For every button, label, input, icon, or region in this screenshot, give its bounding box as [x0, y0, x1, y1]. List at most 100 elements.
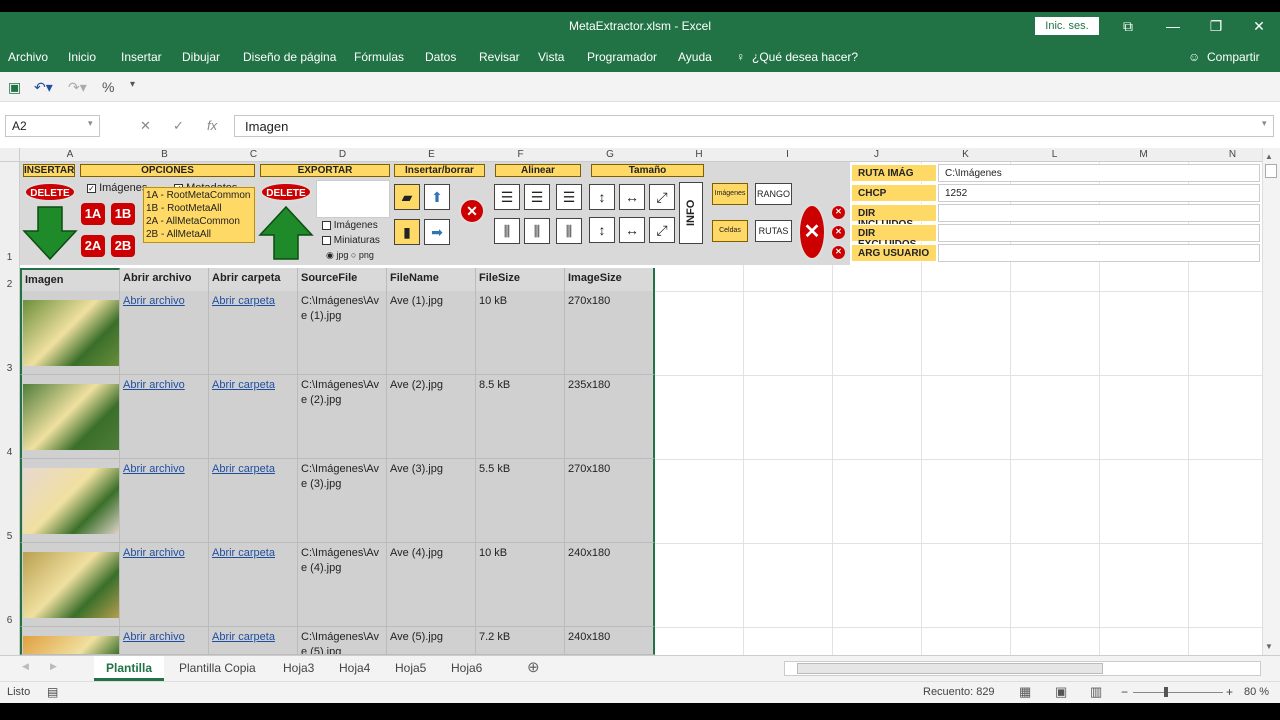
tab-insertar[interactable]: Insertar — [121, 50, 162, 64]
macro-record-icon[interactable]: ▤ — [47, 685, 58, 699]
table-cell-imagesize[interactable]: 270x180 — [565, 459, 655, 543]
table-header-sourcefile[interactable]: SourceFile — [298, 268, 387, 292]
table-cell-imagesize[interactable]: 235x180 — [565, 375, 655, 459]
clear-dir-excluidos-icon[interactable]: ✕ — [831, 225, 846, 240]
remove-icon[interactable]: ✕ — [459, 198, 485, 224]
col-header-a[interactable]: A — [20, 148, 120, 162]
row-header-7[interactable] — [0, 627, 20, 655]
tab-dibujar[interactable]: Dibujar — [182, 50, 220, 64]
delete-export-button[interactable]: DELETE — [260, 182, 312, 202]
table-cell-filesize[interactable]: 10 kB — [476, 291, 565, 375]
width-cm-icon[interactable]: ↔ — [619, 184, 645, 210]
bird-photo[interactable] — [23, 384, 119, 450]
setting-value-dir-incluidos[interactable] — [938, 204, 1260, 222]
col-header-g[interactable]: G — [565, 148, 655, 162]
table-cell-sourcefile[interactable]: C:\Imágenes\Ave (4).jpg — [298, 543, 387, 627]
open-folder-link[interactable]: Abrir carpeta — [212, 547, 275, 559]
image-cell[interactable] — [20, 543, 120, 627]
align-bottom-icon[interactable]: ⫼ — [556, 218, 582, 244]
col-header-f[interactable]: F — [476, 148, 565, 162]
table-cell-abrir-archivo[interactable]: Abrir archivo — [120, 543, 209, 627]
table-cell-filename[interactable]: Ave (1).jpg — [387, 291, 476, 375]
undo-icon[interactable]: ↶▾ — [34, 79, 53, 96]
normal-view-icon[interactable]: ▦ — [1019, 684, 1031, 700]
table-cell-abrir-archivo[interactable]: Abrir archivo — [120, 627, 209, 655]
image-cell[interactable] — [20, 459, 120, 543]
imagenes-mode-button[interactable]: Imágenes — [712, 183, 748, 205]
setting-value-ruta[interactable]: C:\Imágenes — [938, 164, 1260, 182]
upload-arrow-icon[interactable]: ⬆ — [424, 184, 450, 210]
sheet-tab-hoja3[interactable]: Hoja3 — [283, 661, 314, 675]
format-radio-group[interactable]: ◉ jpg ○ png — [326, 250, 374, 261]
share-button[interactable]: Compartir — [1207, 50, 1260, 64]
tab-archivo[interactable]: Archivo — [8, 50, 48, 64]
table-cell-imagesize[interactable]: 240x180 — [565, 543, 655, 627]
scale-cell-icon[interactable]: ⤢ — [649, 217, 675, 243]
prev-sheet-icon[interactable]: ◀ — [22, 661, 29, 672]
tell-me-input[interactable]: ¿Qué desea hacer? — [752, 50, 858, 64]
zoom-slider[interactable] — [1133, 692, 1223, 693]
delete-images-button[interactable]: DELETE — [24, 182, 76, 202]
export-miniaturas-checkbox[interactable]: Miniaturas — [322, 235, 380, 246]
chevron-down-icon[interactable]: ▾ — [88, 118, 93, 129]
table-cell-sourcefile[interactable]: C:\Imágenes\Ave (5).jpg — [298, 627, 387, 655]
table-header-abrir-carpeta[interactable]: Abrir carpeta — [209, 268, 298, 292]
row-header-3[interactable]: 3 — [0, 291, 20, 375]
sheet-tab-plantilla[interactable]: Plantilla — [94, 656, 164, 681]
signin-button[interactable]: Inic. ses. — [1035, 17, 1099, 35]
table-cell-filesize[interactable]: 5.5 kB — [476, 459, 565, 543]
clear-dir-incluidos-icon[interactable]: ✕ — [831, 205, 846, 220]
sheet-tab-hoja5[interactable]: Hoja5 — [395, 661, 426, 675]
tab-formulas[interactable]: Fórmulas — [354, 50, 404, 64]
option-1a-button[interactable]: 1A — [81, 203, 105, 225]
table-cell-filesize[interactable]: 10 kB — [476, 543, 565, 627]
tab-inicio[interactable]: Inicio — [68, 50, 96, 64]
col-header-m[interactable]: M — [1099, 148, 1188, 162]
export-imagenes-checkbox[interactable]: Imágenes — [322, 220, 378, 231]
right-arrow-icon[interactable]: ➡ — [424, 219, 450, 245]
zoom-out-icon[interactable]: − — [1121, 685, 1128, 699]
row-header-6[interactable]: 6 — [0, 543, 20, 627]
col-header-i[interactable]: I — [743, 148, 832, 162]
table-cell-filesize[interactable]: 8.5 kB — [476, 375, 565, 459]
save-icon[interactable]: ▣ — [8, 79, 21, 96]
folder-icon[interactable]: ▰ — [394, 184, 420, 210]
col-header-j[interactable]: J — [832, 148, 921, 162]
open-file-link[interactable]: Abrir archivo — [123, 295, 185, 307]
imagenes-checkbox[interactable]: ✓ Imágenes — [87, 182, 147, 194]
height-cell-icon[interactable]: ↕ — [589, 217, 615, 243]
table-cell-abrir-carpeta[interactable]: Abrir carpeta — [209, 291, 298, 375]
row-header-1[interactable]: 1 — [0, 162, 20, 265]
align-center-icon[interactable]: ☰ — [524, 184, 550, 210]
bird-photo[interactable] — [23, 552, 119, 618]
table-header-abrir-archivo[interactable]: Abrir archivo — [120, 268, 209, 292]
setting-value-chcp[interactable]: 1252 — [938, 184, 1260, 202]
formula-input[interactable]: Imagen — [234, 115, 1274, 137]
table-cell-filename[interactable]: Ave (4).jpg — [387, 543, 476, 627]
table-cell-sourcefile[interactable]: C:\Imágenes\Ave (1).jpg — [298, 291, 387, 375]
table-header-filename[interactable]: FileName — [387, 268, 476, 292]
align-top-icon[interactable]: ⫼ — [494, 218, 520, 244]
col-header-h[interactable]: H — [655, 148, 743, 162]
scale-percent-icon[interactable]: ⤢ — [649, 184, 675, 210]
row-header-2[interactable]: 2 — [0, 265, 20, 291]
minimize-icon[interactable]: — — [1160, 16, 1186, 36]
horizontal-scroll-thumb[interactable] — [797, 663, 1103, 674]
col-header-d[interactable]: D — [298, 148, 387, 162]
bird-photo[interactable] — [23, 636, 119, 654]
align-left-icon[interactable]: ☰ — [494, 184, 520, 210]
sheet-tab-hoja4[interactable]: Hoja4 — [339, 661, 370, 675]
image-cell[interactable] — [20, 375, 120, 459]
open-folder-link[interactable]: Abrir carpeta — [212, 631, 275, 643]
customize-qat-icon[interactable]: ▾ — [130, 79, 135, 90]
zoom-level[interactable]: 80 % — [1244, 686, 1269, 698]
bird-photo[interactable] — [23, 300, 119, 366]
page-layout-view-icon[interactable]: ▣ — [1055, 684, 1067, 700]
table-cell-filename[interactable]: Ave (5).jpg — [387, 627, 476, 655]
col-header-n[interactable]: N — [1188, 148, 1262, 162]
select-all-corner[interactable] — [0, 148, 20, 162]
open-folder-link[interactable]: Abrir carpeta — [212, 295, 275, 307]
maximize-icon[interactable]: ❐ — [1203, 16, 1229, 36]
enter-icon[interactable]: ✓ — [173, 118, 184, 134]
image-cell[interactable] — [20, 291, 120, 375]
